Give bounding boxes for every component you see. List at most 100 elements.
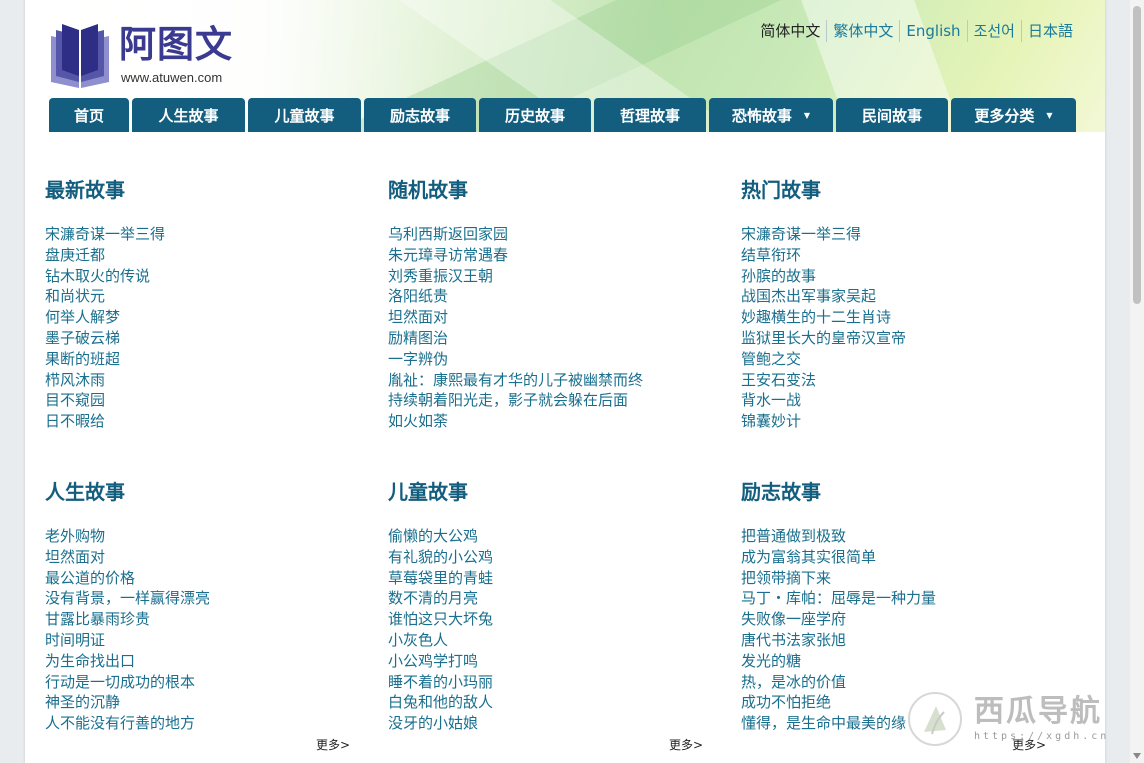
more-link[interactable]: 更多> (316, 736, 350, 753)
story-link[interactable]: 神圣的沉静 (45, 692, 210, 713)
story-link[interactable]: 热，是冰的价值 (741, 672, 936, 693)
more-link[interactable]: 更多> (669, 736, 703, 753)
story-link[interactable]: 一字辨伪 (388, 349, 643, 370)
story-list: 宋濂奇谋一举三得 盘庚迁都 钻木取火的传说 和尚状元 何举人解梦 墨子破云梯 果… (45, 224, 165, 432)
story-link[interactable]: 果断的班超 (45, 349, 165, 370)
story-link[interactable]: 数不清的月亮 (388, 588, 493, 609)
story-link[interactable]: 马丁・库帕：屈辱是一种力量 (741, 588, 936, 609)
story-link[interactable]: 把领带摘下来 (741, 568, 936, 589)
story-link[interactable]: 钻木取火的传说 (45, 266, 165, 287)
story-link[interactable]: 坦然面对 (45, 547, 210, 568)
lang-traditional-chinese[interactable]: 繁体中文 (826, 20, 899, 42)
story-link[interactable]: 甘露比暴雨珍贵 (45, 609, 210, 630)
story-link[interactable]: 何举人解梦 (45, 307, 165, 328)
story-link[interactable]: 没有背景，一样赢得漂亮 (45, 588, 210, 609)
nav-label: 儿童故事 (274, 106, 335, 125)
nav-history-stories[interactable]: 历史故事 (479, 98, 591, 132)
story-link[interactable]: 发光的糖 (741, 651, 936, 672)
nav-home[interactable]: 首页 (49, 98, 129, 132)
story-link[interactable]: 草莓袋里的青蛙 (388, 568, 493, 589)
nav-philosophy-stories[interactable]: 哲理故事 (594, 98, 706, 132)
nav-horror-stories[interactable]: 恐怖故事 ▼ (709, 98, 833, 132)
story-link[interactable]: 最公道的价格 (45, 568, 210, 589)
story-list: 老外购物 坦然面对 最公道的价格 没有背景，一样赢得漂亮 甘露比暴雨珍贵 时间明… (45, 526, 210, 734)
nav-label: 更多分类 (974, 106, 1035, 125)
nav-folk-stories[interactable]: 民间故事 (836, 98, 948, 132)
nav-label: 历史故事 (504, 106, 565, 125)
story-link[interactable]: 行动是一切成功的根本 (45, 672, 210, 693)
story-link[interactable]: 如火如荼 (388, 411, 643, 432)
story-link[interactable]: 持续朝着阳光走，影子就会躲在后面 (388, 390, 643, 411)
story-link[interactable]: 刘秀重振汉王朝 (388, 266, 643, 287)
story-link[interactable]: 日不暇给 (45, 411, 165, 432)
story-link[interactable]: 王安石变法 (741, 370, 906, 391)
scroll-down-arrow-icon[interactable] (1133, 753, 1141, 759)
story-link[interactable]: 失败像一座学府 (741, 609, 936, 630)
story-link[interactable]: 监狱里长大的皇帝汉宣帝 (741, 328, 906, 349)
story-link[interactable]: 为生命找出口 (45, 651, 210, 672)
story-link[interactable]: 睡不着的小玛丽 (388, 672, 493, 693)
story-link[interactable]: 老外购物 (45, 526, 210, 547)
story-link[interactable]: 孙膑的故事 (741, 266, 906, 287)
site-header: 阿图文 www.atuwen.com 简体中文 繁体中文 English 조선어… (25, 0, 1105, 132)
story-link[interactable]: 懂得，是生命中最美的缘 (741, 713, 936, 734)
story-link[interactable]: 人不能没有行善的地方 (45, 713, 210, 734)
story-link[interactable]: 成为富翁其实很简单 (741, 547, 936, 568)
story-link[interactable]: 结草衔环 (741, 245, 906, 266)
story-link[interactable]: 坦然面对 (388, 307, 643, 328)
site-logo[interactable]: 阿图文 www.atuwen.com (47, 22, 247, 88)
story-link[interactable]: 妙趣横生的十二生肖诗 (741, 307, 906, 328)
nav-label: 民间故事 (861, 106, 922, 125)
story-link[interactable]: 和尚状元 (45, 286, 165, 307)
story-link[interactable]: 唐代书法家张旭 (741, 630, 936, 651)
nav-label: 励志故事 (389, 106, 450, 125)
story-link[interactable]: 谁怕这只大坏兔 (388, 609, 493, 630)
story-link[interactable]: 把普通做到极致 (741, 526, 936, 547)
nav-label: 哲理故事 (619, 106, 680, 125)
story-link[interactable]: 锦囊妙计 (741, 411, 906, 432)
story-link[interactable]: 没牙的小姑娘 (388, 713, 493, 734)
nav-children-stories[interactable]: 儿童故事 (248, 98, 361, 132)
lang-korean[interactable]: 조선어 (966, 20, 1021, 42)
story-link[interactable]: 宋濂奇谋一举三得 (741, 224, 906, 245)
section-title: 人生故事 (45, 480, 125, 504)
story-link[interactable]: 宋濂奇谋一举三得 (45, 224, 165, 245)
story-link[interactable]: 战国杰出军事家吴起 (741, 286, 906, 307)
caret-down-icon: ▼ (1046, 110, 1053, 120)
scrollbar-thumb[interactable] (1133, 6, 1141, 304)
story-link[interactable]: 成功不怕拒绝 (741, 692, 936, 713)
story-link[interactable]: 目不窥园 (45, 390, 165, 411)
section-title: 随机故事 (388, 178, 468, 202)
story-link[interactable]: 小公鸡学打鸣 (388, 651, 493, 672)
story-link[interactable]: 时间明证 (45, 630, 210, 651)
nav-life-stories[interactable]: 人生故事 (132, 98, 245, 132)
lang-japanese[interactable]: 日本語 (1020, 20, 1079, 42)
story-link[interactable]: 白兔和他的敌人 (388, 692, 493, 713)
melon-logo-icon (908, 692, 962, 746)
story-link[interactable]: 管鲍之交 (741, 349, 906, 370)
story-link[interactable]: 乌利西斯返回家园 (388, 224, 643, 245)
story-link[interactable]: 朱元璋寻访常遇春 (388, 245, 643, 266)
vertical-scrollbar[interactable] (1130, 0, 1144, 763)
story-link[interactable]: 小灰色人 (388, 630, 493, 651)
watermark-url: https://xgdh.cn (974, 731, 1110, 742)
story-link[interactable]: 背水一战 (741, 390, 906, 411)
nav-label: 人生故事 (158, 106, 219, 125)
site-url: www.atuwen.com (121, 70, 223, 85)
story-link[interactable]: 有礼貌的小公鸡 (388, 547, 493, 568)
nav-inspirational-stories[interactable]: 励志故事 (364, 98, 476, 132)
lang-english[interactable]: English (899, 20, 966, 42)
story-link[interactable]: 栉风沐雨 (45, 370, 165, 391)
story-link[interactable]: 胤祉：康熙最有才华的儿子被幽禁而终 (388, 370, 643, 391)
story-link[interactable]: 洛阳纸贵 (388, 286, 643, 307)
story-list: 宋濂奇谋一举三得 结草衔环 孙膑的故事 战国杰出军事家吴起 妙趣横生的十二生肖诗… (741, 224, 906, 432)
book-logo-icon (51, 24, 109, 88)
story-link[interactable]: 偷懒的大公鸡 (388, 526, 493, 547)
lang-simplified-chinese[interactable]: 简体中文 (754, 20, 826, 42)
nav-more-categories[interactable]: 更多分类 ▼ (951, 98, 1076, 132)
nav-label: 恐怖故事 (731, 106, 792, 125)
watermark: 西瓜导航 https://xgdh.cn (908, 691, 1134, 747)
story-link[interactable]: 盘庚迁都 (45, 245, 165, 266)
story-link[interactable]: 励精图治 (388, 328, 643, 349)
story-link[interactable]: 墨子破云梯 (45, 328, 165, 349)
